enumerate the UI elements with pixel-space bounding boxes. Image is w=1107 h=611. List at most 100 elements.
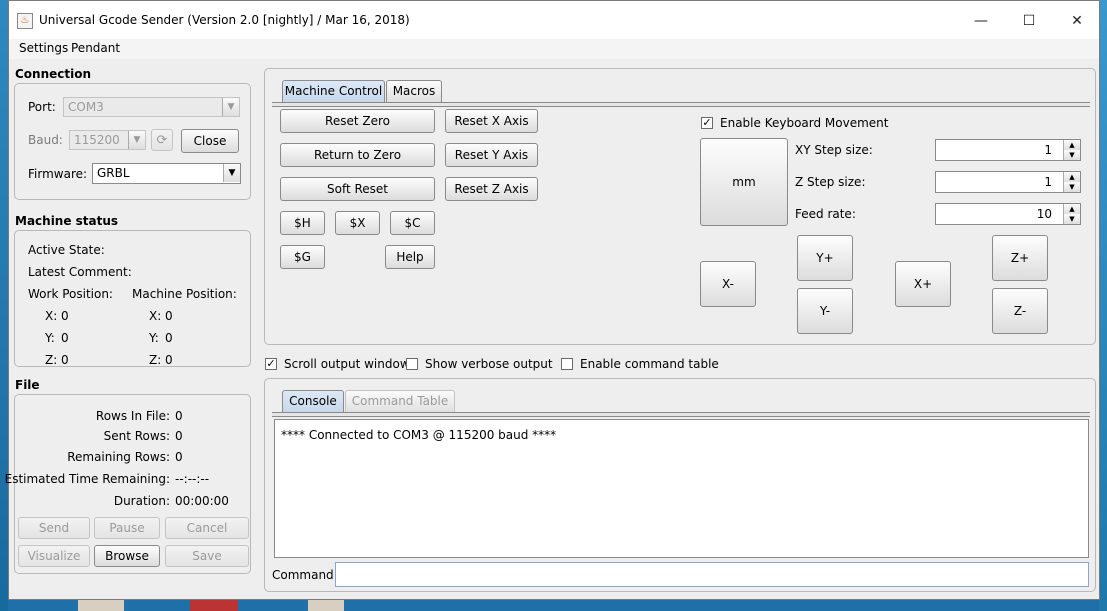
machine-z-value: 0 <box>165 353 173 367</box>
verbose-output-label: Show verbose output <box>425 357 553 371</box>
firmware-value: GRBL <box>97 166 130 180</box>
cmd-home-button[interactable]: $H <box>280 211 325 235</box>
return-to-zero-button[interactable]: Return to Zero <box>280 143 435 167</box>
spin-down-icon[interactable]: ▼ <box>1064 182 1080 192</box>
taskbar-thumbnail <box>78 600 124 611</box>
close-window-button[interactable]: ✕ <box>1055 9 1099 33</box>
latest-comment-label: Latest Comment: <box>28 265 132 279</box>
command-input[interactable] <box>335 562 1089 587</box>
tab-strip-divider <box>272 102 1090 107</box>
machine-status-title: Machine status <box>15 214 119 228</box>
chevron-down-icon: ▼ <box>223 164 240 182</box>
send-button[interactable]: Send <box>18 517 90 539</box>
save-button[interactable]: Save <box>165 545 249 567</box>
reset-x-axis-button[interactable]: Reset X Axis <box>445 109 538 133</box>
spin-down-icon[interactable]: ▼ <box>1064 214 1080 224</box>
port-select[interactable]: COM3 ▼ <box>63 97 240 117</box>
xy-step-spinner[interactable]: 1 ▲ ▼ <box>935 139 1081 161</box>
machine-position-label: Machine Position: <box>132 287 237 301</box>
close-connection-button[interactable]: Close <box>181 129 239 153</box>
minimize-button[interactable]: — <box>959 9 1003 33</box>
reset-zero-button[interactable]: Reset Zero <box>280 109 435 133</box>
rows-in-file-value: 0 <box>175 409 183 423</box>
remaining-rows-value: 0 <box>175 450 183 464</box>
tab-command-table[interactable]: Command Table <box>345 390 455 412</box>
console-output[interactable]: **** Connected to COM3 @ 115200 baud ***… <box>274 419 1089 558</box>
remaining-rows-label: Remaining Rows: <box>67 450 170 464</box>
baud-value: 115200 <box>74 133 120 147</box>
tab-strip-divider <box>272 412 1090 417</box>
scroll-output-checkbox[interactable]: ✓ <box>265 358 277 370</box>
app-window: ♨ Universal Gcode Sender (Version 2.0 [n… <box>4 0 1100 600</box>
jog-x-plus-button[interactable]: X+ <box>895 261 951 307</box>
verbose-output-checkbox[interactable] <box>406 358 418 370</box>
machine-y-label: Y: <box>149 331 159 345</box>
machine-control-panel: Machine Control Macros Reset Zero Return… <box>264 68 1096 345</box>
menu-bar: Settings Pendant <box>9 39 1099 59</box>
tab-macros[interactable]: Macros <box>386 80 442 102</box>
jog-x-minus-button[interactable]: X- <box>700 261 756 307</box>
cmd-check-button[interactable]: $C <box>390 211 435 235</box>
console-output-line: **** Connected to COM3 @ 115200 baud ***… <box>281 428 557 442</box>
machine-y-value: 0 <box>165 331 173 345</box>
enable-keyboard-checkbox[interactable]: ✓ <box>701 117 713 129</box>
pause-button[interactable]: Pause <box>94 517 160 539</box>
work-y-value: 0 <box>61 331 69 345</box>
window-title: Universal Gcode Sender (Version 2.0 [nig… <box>39 13 410 27</box>
java-app-icon: ♨ <box>17 13 33 29</box>
cmd-unlock-button[interactable]: $X <box>335 211 380 235</box>
scroll-output-label: Scroll output window <box>284 357 410 371</box>
jog-z-minus-button[interactable]: Z- <box>992 288 1048 334</box>
taskbar-thumbnail <box>308 600 344 611</box>
refresh-ports-button[interactable]: ⟳ <box>151 129 173 151</box>
active-state-label: Active State: <box>28 243 105 257</box>
baud-label: Baud: <box>28 133 63 147</box>
feed-rate-label: Feed rate: <box>795 207 856 221</box>
command-label: Command: <box>272 568 338 582</box>
work-y-label: Y: <box>45 331 55 345</box>
cancel-button[interactable]: Cancel <box>165 517 249 539</box>
reset-z-axis-button[interactable]: Reset Z Axis <box>445 177 538 201</box>
baud-select[interactable]: 115200 ▼ <box>69 130 146 150</box>
visualize-button[interactable]: Visualize <box>18 545 90 567</box>
duration-value: 00:00:00 <box>175 494 229 508</box>
xy-step-label: XY Step size: <box>795 143 873 157</box>
firmware-label: Firmware: <box>28 167 88 181</box>
soft-reset-button[interactable]: Soft Reset <box>280 177 435 201</box>
z-step-spinner[interactable]: 1 ▲ ▼ <box>935 171 1081 193</box>
refresh-icon: ⟳ <box>156 132 168 148</box>
xy-step-value: 1 <box>1044 143 1052 157</box>
command-table-label: Enable command table <box>580 357 719 371</box>
menu-settings[interactable]: Settings <box>19 41 68 55</box>
work-z-label: Z: <box>45 353 58 367</box>
spin-down-icon[interactable]: ▼ <box>1064 150 1080 160</box>
machine-x-value: 0 <box>165 309 173 323</box>
work-z-value: 0 <box>61 353 69 367</box>
machine-x-label: X: <box>149 309 162 323</box>
taskbar-thumbnail <box>190 600 238 611</box>
jog-y-plus-button[interactable]: Y+ <box>797 235 853 281</box>
port-value: COM3 <box>68 100 104 114</box>
work-x-value: 0 <box>61 309 69 323</box>
menu-pendant[interactable]: Pendant <box>71 41 120 55</box>
reset-y-axis-button[interactable]: Reset Y Axis <box>445 143 538 167</box>
command-table-checkbox[interactable] <box>561 358 573 370</box>
connection-title: Connection <box>15 67 92 81</box>
tab-machine-control[interactable]: Machine Control <box>282 80 385 102</box>
machine-z-label: Z: <box>149 353 162 367</box>
enable-keyboard-label: Enable Keyboard Movement <box>720 116 889 130</box>
machine-status-panel: Active State: Latest Comment: Work Posit… <box>14 230 251 367</box>
est-time-label: Estimated Time Remaining: <box>4 472 170 486</box>
firmware-select[interactable]: GRBL ▼ <box>92 163 241 184</box>
jog-z-plus-button[interactable]: Z+ <box>992 235 1048 281</box>
title-bar[interactable]: ♨ Universal Gcode Sender (Version 2.0 [n… <box>9 1 1099 39</box>
feed-rate-spinner[interactable]: 10 ▲ ▼ <box>935 203 1081 225</box>
z-step-label: Z Step size: <box>795 175 866 189</box>
jog-y-minus-button[interactable]: Y- <box>797 288 853 334</box>
maximize-button[interactable]: ☐ <box>1007 9 1051 33</box>
browse-button[interactable]: Browse <box>94 545 160 567</box>
tab-console[interactable]: Console <box>282 390 344 412</box>
help-button[interactable]: Help <box>385 245 435 269</box>
units-toggle-button[interactable]: mm <box>700 138 788 226</box>
cmd-gcode-state-button[interactable]: $G <box>280 245 325 269</box>
